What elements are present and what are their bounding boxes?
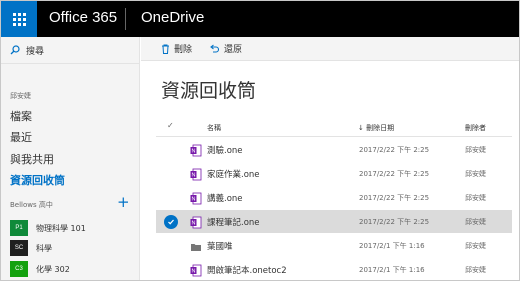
file-deleted-date: 2017/2/1 下午 1:16 [359, 266, 425, 274]
onenote-icon: N [190, 262, 202, 280]
command-bar: 刪除 還原 [141, 37, 519, 61]
nav-item-recycle-bin[interactable]: 資源回收筒 [10, 172, 65, 188]
suite-divider [125, 8, 126, 30]
site-item-science[interactable]: SC 科學 [10, 240, 52, 256]
file-deleted-date: 2017/2/22 下午 2:25 [359, 194, 430, 202]
file-row[interactable]: N 測驗.one 2017/2/22 下午 2:25 邱安婕 [156, 138, 512, 161]
left-nav: 搜尋 邱安婕 檔案 最近 與我共用 資源回收筒 Bellows 高中 + P1 … [1, 37, 140, 280]
file-name[interactable]: 課程筆記.one [207, 216, 260, 228]
file-deleted-date: 2017/2/22 下午 2:25 [359, 218, 430, 226]
nav-owner: 邱安婕 [10, 92, 31, 100]
svg-text:N: N [192, 149, 196, 155]
file-deleted-by: 邱安婕 [465, 170, 486, 178]
folder-icon [190, 238, 202, 257]
file-row[interactable]: N 家庭作業.one 2017/2/22 下午 2:25 邱安婕 [156, 162, 512, 185]
svg-text:N: N [192, 221, 196, 227]
file-name[interactable]: 開啟筆記本.onetoc2 [207, 264, 287, 276]
header-divider [156, 136, 512, 137]
svg-text:N: N [192, 269, 196, 275]
nav-item-recent[interactable]: 最近 [10, 129, 32, 145]
restore-button[interactable]: 還原 [209, 42, 242, 55]
app-title[interactable]: OneDrive [141, 9, 204, 26]
app-launcher-button[interactable] [1, 1, 37, 37]
onenote-icon: N [190, 190, 202, 209]
group-heading: Bellows 高中 [10, 201, 53, 209]
file-name[interactable]: 測驗.one [207, 144, 243, 156]
nav-item-shared[interactable]: 與我共用 [10, 151, 54, 167]
file-row[interactable]: N 開啟筆記本.onetoc2 2017/2/1 下午 1:16 邱安婕 [156, 258, 512, 280]
svg-text:N: N [192, 197, 196, 203]
column-header-date-label: 刪除日期 [366, 124, 395, 132]
search-icon [10, 45, 20, 55]
site-item-chemistry[interactable]: C3 化學 302 [10, 261, 70, 277]
site-tile: C3 [10, 261, 28, 277]
site-label: 化學 302 [36, 264, 70, 274]
file-row[interactable]: N 講義.one 2017/2/22 下午 2:25 邱安婕 [156, 186, 512, 209]
onenote-icon: N [190, 166, 202, 185]
restore-label: 還原 [224, 45, 243, 55]
selected-check-icon[interactable] [164, 215, 178, 229]
trash-icon [162, 44, 169, 54]
site-tile: P1 [10, 220, 28, 236]
waffle-icon [12, 12, 26, 26]
file-deleted-by: 邱安婕 [465, 146, 486, 154]
suite-title[interactable]: Office 365 [49, 9, 117, 26]
onenote-icon: N [190, 142, 202, 161]
delete-label: 刪除 [174, 45, 193, 55]
restore-icon [210, 44, 220, 53]
select-all-check[interactable]: ✓ [167, 121, 174, 130]
sort-arrow-icon: ↓ [358, 124, 367, 132]
column-header-date[interactable]: ↓ 刪除日期 [358, 123, 394, 133]
suite-bar: Office 365 OneDrive [1, 1, 519, 37]
file-deleted-by: 邱安婕 [465, 266, 486, 274]
file-name[interactable]: 講義.one [207, 192, 243, 204]
file-deleted-by: 邱安婕 [465, 218, 486, 226]
delete-button[interactable]: 刪除 [161, 42, 192, 55]
onenote-icon: N [190, 214, 202, 233]
nav-item-files[interactable]: 檔案 [10, 108, 32, 124]
page-title: 資源回收筒 [161, 80, 257, 102]
site-label: 科學 [36, 243, 52, 253]
file-row[interactable]: 葉國唯 2017/2/1 下午 1:16 邱安婕 [156, 234, 512, 257]
column-header-name[interactable]: 名稱 [207, 123, 221, 133]
file-name[interactable]: 家庭作業.one [207, 168, 260, 180]
file-deleted-date: 2017/2/22 下午 2:25 [359, 146, 430, 154]
svg-text:N: N [192, 173, 196, 179]
file-row[interactable]: N 課程筆記.one 2017/2/22 下午 2:25 邱安婕 [156, 210, 512, 233]
file-deleted-date: 2017/2/1 下午 1:16 [359, 242, 425, 250]
site-tile: SC [10, 240, 28, 256]
file-deleted-by: 邱安婕 [465, 242, 486, 250]
file-deleted-by: 邱安婕 [465, 194, 486, 202]
site-item-physics[interactable]: P1 物理科學 101 [10, 220, 86, 236]
search-box[interactable]: 搜尋 [1, 37, 140, 63]
column-header-deleted-by[interactable]: 刪除者 [465, 123, 486, 133]
site-label: 物理科學 101 [36, 223, 86, 233]
onedrive-window: Office 365 OneDrive 搜尋 邱安婕 檔案 最近 與我共用 資源… [0, 0, 520, 281]
add-site-icon[interactable]: + [117, 193, 130, 211]
search-label: 搜尋 [26, 46, 45, 57]
file-deleted-date: 2017/2/22 下午 2:25 [359, 170, 430, 178]
file-name[interactable]: 葉國唯 [207, 240, 233, 252]
nav-divider [1, 63, 140, 64]
